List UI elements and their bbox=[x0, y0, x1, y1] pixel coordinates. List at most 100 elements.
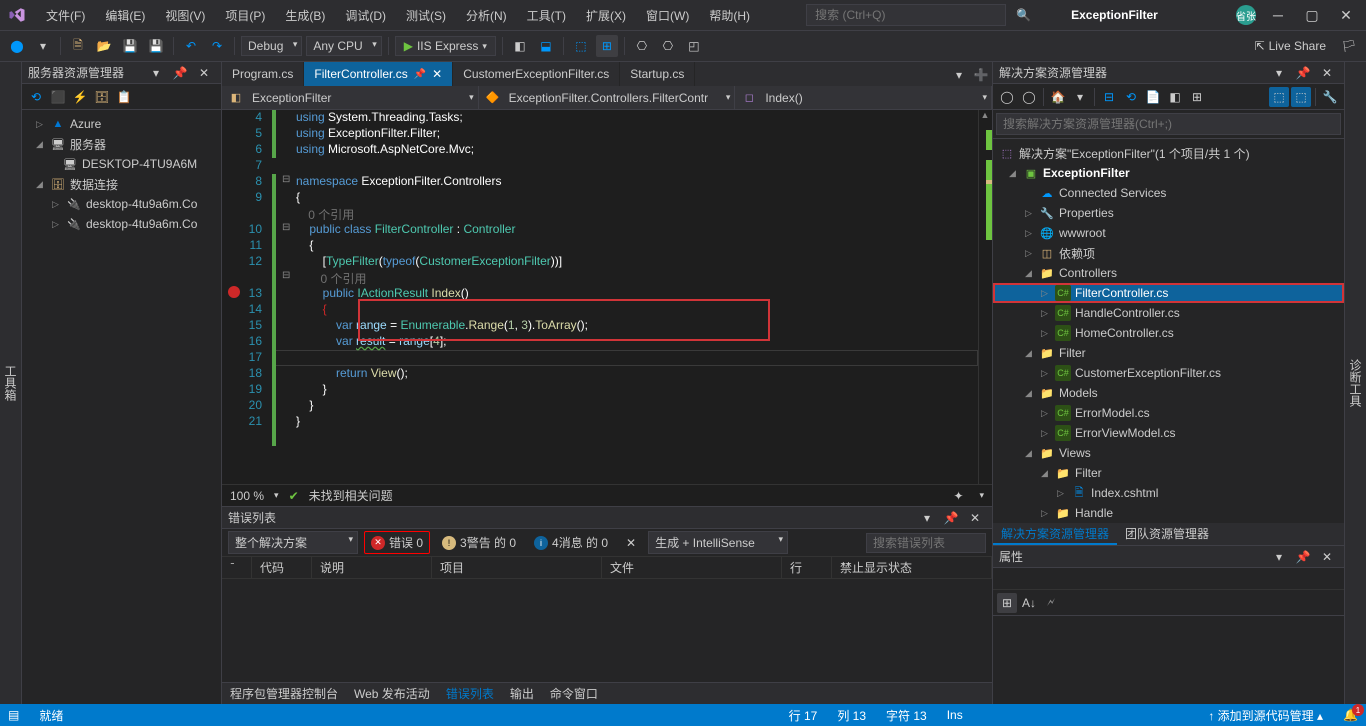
minimize-button[interactable]: ─ bbox=[1266, 3, 1290, 27]
db-icon[interactable]: 🗄 bbox=[92, 87, 112, 107]
new-item-icon[interactable]: 🗎 bbox=[67, 35, 89, 57]
diagnostics-tab[interactable]: 诊断工具 bbox=[1344, 62, 1366, 704]
toolbox-tab[interactable]: 工具箱 bbox=[0, 62, 22, 704]
tree-azure[interactable]: ▷▲Azure bbox=[22, 114, 221, 134]
col-icon[interactable]: ᐨ bbox=[222, 557, 252, 578]
tab-close-icon[interactable]: ✕ bbox=[432, 67, 442, 81]
tool-icon-6[interactable]: ⎔ bbox=[657, 35, 679, 57]
sln-index-cshtml[interactable]: ▷🗎Index.cshtml bbox=[993, 483, 1344, 503]
add-icon[interactable]: ⚡ bbox=[70, 87, 90, 107]
sln-connected[interactable]: ☁Connected Services bbox=[993, 183, 1344, 203]
col-project[interactable]: 项目 bbox=[432, 557, 602, 578]
sln-collapse-icon[interactable]: ⊟ bbox=[1099, 87, 1119, 107]
sln-properties[interactable]: ▷🔧Properties bbox=[993, 203, 1344, 223]
sln-fwd-icon[interactable]: ◯ bbox=[1019, 87, 1039, 107]
tab-overflow-icon[interactable]: ▾ bbox=[948, 64, 970, 86]
editor-tool-icon[interactable]: ✦ bbox=[947, 485, 969, 507]
open-icon[interactable]: 📂 bbox=[93, 35, 115, 57]
global-search-input[interactable] bbox=[806, 4, 1006, 26]
sln-sync-icon[interactable]: ▾ bbox=[1070, 87, 1090, 107]
sln-show-icon[interactable]: 📄 bbox=[1143, 87, 1163, 107]
tree-conn-1[interactable]: ▷🔌desktop-4tu9a6m.Co bbox=[22, 194, 221, 214]
panel-close-icon[interactable]: ✕ bbox=[964, 507, 986, 529]
nav-project[interactable]: ◧ExceptionFilter bbox=[222, 86, 479, 109]
sln-view-handle[interactable]: ▷📁Handle bbox=[993, 503, 1344, 523]
status-source[interactable]: ↑ 添加到源代码管理 ▴ bbox=[1208, 707, 1323, 724]
panel-pin-icon[interactable]: 📌 bbox=[1292, 546, 1314, 568]
menu-project[interactable]: 项目(P) bbox=[217, 3, 273, 28]
sln-controllers[interactable]: ◢📁Controllers bbox=[993, 263, 1344, 283]
stop-icon[interactable]: ⬛ bbox=[48, 87, 68, 107]
nav-back-icon[interactable]: ⬤ bbox=[6, 35, 28, 57]
menu-ext[interactable]: 扩展(X) bbox=[578, 3, 634, 28]
col-file[interactable]: 文件 bbox=[602, 557, 782, 578]
sln-filter-folder[interactable]: ◢📁Filter bbox=[993, 343, 1344, 363]
sln-view-filter[interactable]: ◢📁Filter bbox=[993, 463, 1344, 483]
breakpoint-icon[interactable] bbox=[228, 286, 240, 298]
btab-pkg[interactable]: 程序包管理器控制台 bbox=[222, 683, 346, 704]
panel-pin-icon[interactable]: 📌 bbox=[1292, 62, 1314, 84]
save-all-icon[interactable]: 💾 bbox=[145, 35, 167, 57]
tool-icon-5[interactable]: ⎔ bbox=[631, 35, 653, 57]
code-editor[interactable]: 456789 101112 131415161718192021 ⊟ ⊟ ⊟ u… bbox=[222, 110, 992, 484]
new-tab-icon[interactable]: ➕ bbox=[970, 64, 992, 86]
sln-deps[interactable]: ▷◫依赖项 bbox=[993, 243, 1344, 263]
sln-customerfilter[interactable]: ▷C#CustomerExceptionFilter.cs bbox=[993, 363, 1344, 383]
panel-close-icon[interactable]: ✕ bbox=[1316, 546, 1338, 568]
tab-customerexception[interactable]: CustomerExceptionFilter.cs bbox=[453, 62, 620, 86]
sln-refresh-icon[interactable]: ⟲ bbox=[1121, 87, 1141, 107]
panel-pin-icon[interactable]: 📌 bbox=[940, 507, 962, 529]
menu-edit[interactable]: 编辑(E) bbox=[97, 3, 153, 28]
tool-icon-3[interactable]: ⬚ bbox=[570, 35, 592, 57]
sln-wrench-icon[interactable]: 🔧 bbox=[1320, 87, 1340, 107]
close-button[interactable]: ✕ bbox=[1334, 3, 1358, 27]
connect-icon[interactable]: ⟲ bbox=[26, 87, 46, 107]
sln-t1-icon[interactable]: ◧ bbox=[1165, 87, 1185, 107]
sln-filter1-icon[interactable]: ⬚ bbox=[1269, 87, 1289, 107]
btab-cmd[interactable]: 命令窗口 bbox=[542, 683, 606, 704]
tool-icon-2[interactable]: ⬓ bbox=[535, 35, 557, 57]
menu-test[interactable]: 测试(S) bbox=[398, 3, 454, 28]
sln-root[interactable]: ⬚解决方案"ExceptionFilter"(1 个项目/共 1 个) bbox=[993, 143, 1344, 163]
sln-project[interactable]: ◢▣ExceptionFilter bbox=[993, 163, 1344, 183]
undo-icon[interactable]: ↶ bbox=[180, 35, 202, 57]
tool-icon-7[interactable]: ◰ bbox=[683, 35, 705, 57]
feedback-icon[interactable]: 🏳 bbox=[1338, 35, 1360, 57]
build-filter-dropdown[interactable]: 生成 + IntelliSense bbox=[648, 531, 788, 554]
tab-startup[interactable]: Startup.cs bbox=[620, 62, 695, 86]
rtab-solution[interactable]: 解决方案资源管理器 bbox=[993, 523, 1117, 545]
messages-filter[interactable]: i4消息 的 0 bbox=[528, 532, 614, 553]
tree-data-conn[interactable]: ◢🗄数据连接 bbox=[22, 174, 221, 194]
panel-dropdown-icon[interactable]: ▾ bbox=[1268, 62, 1290, 84]
plus-icon[interactable]: 📋 bbox=[114, 87, 134, 107]
sln-models[interactable]: ◢📁Models bbox=[993, 383, 1344, 403]
warnings-filter[interactable]: !3警告 的 0 bbox=[436, 532, 522, 553]
sln-back-icon[interactable]: ◯ bbox=[997, 87, 1017, 107]
menu-build[interactable]: 生成(B) bbox=[277, 3, 333, 28]
menu-file[interactable]: 文件(F) bbox=[38, 3, 93, 28]
nav-fwd-icon[interactable]: ▾ bbox=[32, 35, 54, 57]
tree-servers[interactable]: ◢🖥服务器 bbox=[22, 134, 221, 154]
col-desc[interactable]: 说明 bbox=[312, 557, 432, 578]
props-az-icon[interactable]: A↓ bbox=[1019, 593, 1039, 613]
sln-errorvm[interactable]: ▷C#ErrorViewModel.cs bbox=[993, 423, 1344, 443]
nav-namespace[interactable]: 🔶ExceptionFilter.Controllers.FilterContr bbox=[479, 86, 736, 109]
btab-output[interactable]: 输出 bbox=[502, 683, 542, 704]
col-code[interactable]: 代码 bbox=[252, 557, 312, 578]
save-icon[interactable]: 💾 bbox=[119, 35, 141, 57]
menu-view[interactable]: 视图(V) bbox=[157, 3, 213, 28]
error-search-input[interactable] bbox=[866, 533, 986, 553]
menu-analyze[interactable]: 分析(N) bbox=[458, 3, 515, 28]
errors-filter[interactable]: ✕错误 0 bbox=[364, 531, 430, 554]
btab-errors[interactable]: 错误列表 bbox=[438, 683, 502, 704]
panel-dropdown-icon[interactable]: ▾ bbox=[916, 507, 938, 529]
sln-wwwroot[interactable]: ▷🌐wwwroot bbox=[993, 223, 1344, 243]
props-events-icon[interactable]: 🗲 bbox=[1041, 593, 1061, 613]
solution-search-input[interactable] bbox=[996, 113, 1341, 135]
col-state[interactable]: 禁止显示状态 bbox=[832, 557, 992, 578]
sln-errormodel[interactable]: ▷C#ErrorModel.cs bbox=[993, 403, 1344, 423]
sln-t2-icon[interactable]: ⊞ bbox=[1187, 87, 1207, 107]
redo-icon[interactable]: ↷ bbox=[206, 35, 228, 57]
sln-views[interactable]: ◢📁Views bbox=[993, 443, 1344, 463]
menu-debug[interactable]: 调试(D) bbox=[337, 3, 394, 28]
